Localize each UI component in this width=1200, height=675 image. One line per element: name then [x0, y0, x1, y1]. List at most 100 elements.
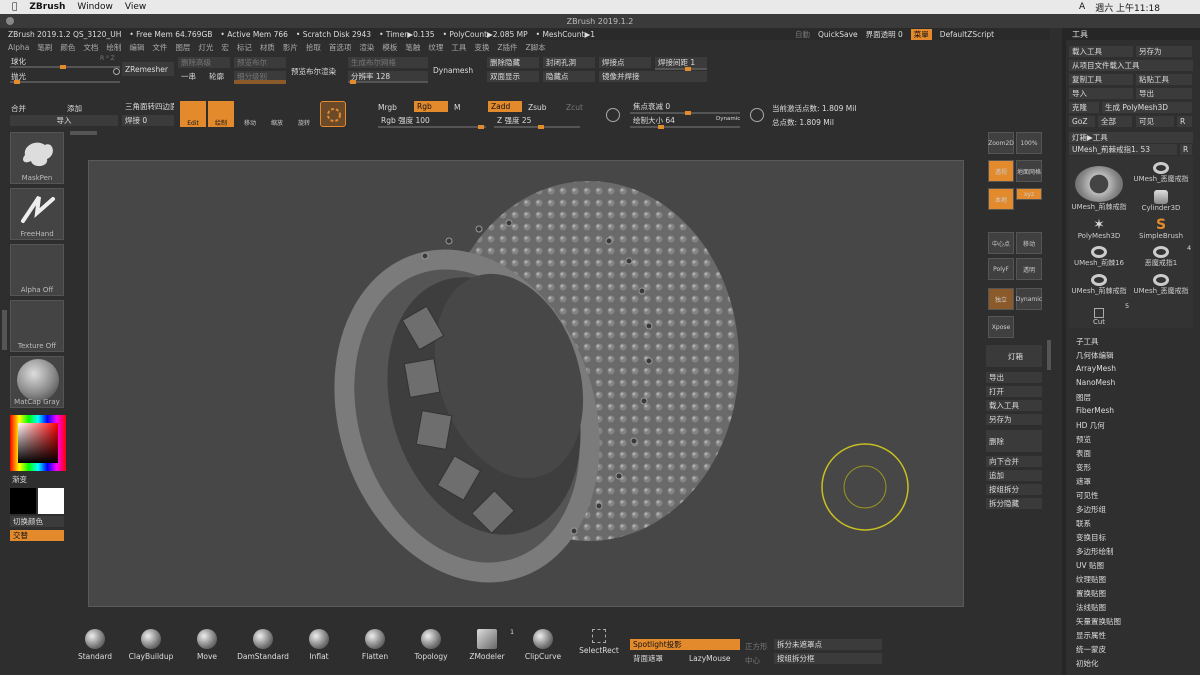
weld-points-button[interactable]: 焊接点	[599, 57, 651, 68]
tool-thumb-6[interactable]: 恶魔戒指1	[1129, 242, 1193, 268]
tool-menu-item[interactable]: UV 贴图	[1076, 560, 1104, 571]
preview-boolean-button[interactable]: 预览布尔	[234, 57, 286, 68]
tool-menu-item[interactable]: NanoMesh	[1076, 378, 1115, 387]
zsub-button[interactable]: Zsub	[528, 103, 547, 112]
tool-menu-item[interactable]: 统一蒙皮	[1076, 644, 1106, 655]
z-intensity-slider[interactable]: Z 强度 25	[494, 115, 580, 126]
menu-3[interactable]: 文档	[83, 42, 98, 53]
tool-menu-item[interactable]: 子工具	[1076, 336, 1099, 347]
make-boolean-mesh-button[interactable]: 生成布尔网格	[348, 57, 428, 68]
focal-shift-icon[interactable]	[606, 108, 620, 122]
rotate-button[interactable]: 旋转	[292, 101, 316, 127]
smooth-slider[interactable]	[10, 65, 120, 69]
clock[interactable]: 週六 上午11:18	[1095, 1, 1160, 14]
app-menu[interactable]: ZBrush	[29, 2, 65, 12]
menu-2[interactable]: 颜色	[60, 42, 75, 53]
menu-20[interactable]: 变换	[474, 42, 489, 53]
scale-button[interactable]: 缩放	[265, 101, 289, 127]
alpha-slot[interactable]: Alpha Off	[10, 244, 64, 296]
frame-button[interactable]: 中心点	[988, 232, 1014, 254]
spotlight-button[interactable]: Spotlight投影	[630, 639, 740, 650]
menu-16[interactable]: 模板	[382, 42, 397, 53]
brush-move[interactable]: Move	[182, 629, 232, 661]
input-source-icon[interactable]: A	[1079, 2, 1085, 12]
tool-menu-item[interactable]: 法线贴图	[1076, 602, 1106, 613]
current-r-btn[interactable]: R	[1180, 144, 1192, 155]
tool-thumb-8[interactable]: UMesh_恶魔戒指	[1129, 270, 1193, 296]
edit-button[interactable]: Edit	[180, 101, 206, 127]
rgb-intensity-slider[interactable]: Rgb 强度 100	[378, 115, 486, 126]
menu-9[interactable]: 宏	[221, 42, 229, 53]
tool-thumb-1[interactable]: UMesh_恶魔戒指	[1129, 158, 1193, 184]
mrgb-button[interactable]: Mrgb	[378, 103, 397, 112]
lightbox-tools-btn[interactable]: 灯箱▶工具	[1069, 132, 1193, 143]
tool-thumb-7[interactable]: UMesh_荊棘戒指	[1069, 270, 1129, 296]
tool-menu-item[interactable]: 置换贴图	[1076, 588, 1106, 599]
merge-down-button[interactable]: 向下合并	[986, 456, 1042, 467]
tool-menu-item[interactable]: 可见性	[1076, 490, 1099, 501]
polish-slider[interactable]	[10, 80, 120, 84]
paste-tool-btn[interactable]: 粘贴工具	[1136, 74, 1192, 85]
load-tool-btn[interactable]: 载入工具	[1069, 46, 1133, 57]
import-btn[interactable]: 导入	[1069, 88, 1133, 99]
delete-higher-button[interactable]: 删除高级	[178, 57, 230, 68]
hide-points-button[interactable]: 隐藏点	[543, 71, 595, 82]
ui-transparency-slider[interactable]: 界面透明 0	[866, 29, 903, 40]
texture-slot[interactable]: Texture Off	[10, 300, 64, 352]
center-label[interactable]: 中心	[745, 655, 760, 666]
load-from-project-btn[interactable]: 从项目文件载入工具	[1069, 60, 1193, 71]
tool-menu-item[interactable]: 图层	[1076, 392, 1091, 403]
quad-tri-button[interactable]: 三角面转四边面	[122, 101, 174, 112]
brush-damstandard[interactable]: DamStandard	[237, 629, 289, 661]
goz-btn[interactable]: GoZ	[1069, 116, 1095, 127]
split-unmasked-button[interactable]: 拆分未遮罩点	[774, 639, 882, 650]
document-canvas[interactable]	[88, 160, 964, 607]
menu-10[interactable]: 标记	[237, 42, 252, 53]
export-button[interactable]: 导出	[986, 372, 1042, 383]
tool-menu-item[interactable]: FiberMesh	[1076, 406, 1114, 415]
save-as-btn[interactable]: 另存为	[1136, 46, 1192, 57]
tool-thumb-2[interactable]: Cylinder3D	[1129, 186, 1193, 212]
tool-menu-item[interactable]: 初始化	[1076, 658, 1099, 669]
one-group-button[interactable]: 一串	[178, 71, 203, 82]
color-square[interactable]	[18, 423, 58, 463]
material-slot[interactable]: MatCap Gray	[10, 356, 64, 408]
weld-slider[interactable]: 焊接 0	[122, 115, 174, 126]
brush-inflat[interactable]: Inflat	[294, 629, 344, 661]
switch-color-button[interactable]: 切换颜色	[10, 516, 64, 527]
menu-1[interactable]: 笔刷	[37, 42, 52, 53]
alternate-button[interactable]: 交替	[10, 530, 64, 541]
rgb-button[interactable]: Rgb	[414, 101, 448, 112]
zremesher-button[interactable]: ZRemesher	[122, 62, 174, 76]
zoom2d-button[interactable]: Zoom2D	[988, 132, 1014, 154]
delete-button[interactable]: 删除	[986, 430, 1042, 452]
tool-thumb-3[interactable]: ✶ PolyMesh3D	[1069, 214, 1129, 240]
r-btn[interactable]: R	[1177, 116, 1192, 127]
tool-menu-item[interactable]: 几何体编辑	[1076, 350, 1114, 361]
tool-menu-item[interactable]: 预览	[1076, 434, 1091, 445]
menu-19[interactable]: 工具	[451, 42, 466, 53]
menu-15[interactable]: 渲染	[359, 42, 374, 53]
tool-menu-item[interactable]: HD 几何	[1076, 420, 1105, 431]
persp-button[interactable]: 透视	[988, 160, 1014, 182]
close-icon[interactable]	[6, 17, 14, 25]
export-btn[interactable]: 导出	[1136, 88, 1192, 99]
default-zscript[interactable]: DefaultZScript	[940, 30, 994, 39]
main-color-swatch[interactable]	[10, 488, 36, 514]
current-tool-slider[interactable]: UMesh_荊棘戒指1. 53	[1069, 144, 1177, 155]
backface-mask-button[interactable]: 背面遮罩	[630, 653, 684, 664]
tool-thumb-4[interactable]: S SimpleBrush	[1129, 214, 1193, 240]
zcut-button[interactable]: Zcut	[566, 103, 583, 112]
save-as-button[interactable]: 另存为	[986, 414, 1042, 425]
menu-0[interactable]: Alpha	[8, 43, 29, 52]
menu-5[interactable]: 编辑	[129, 42, 144, 53]
zadd-button[interactable]: Zadd	[488, 101, 522, 112]
tool-thumb-5[interactable]: UMesh_荊棘16	[1069, 242, 1129, 268]
right-tray-handle[interactable]	[1047, 340, 1051, 370]
tool-thumb-0[interactable]: UMesh_荊棘戒指	[1069, 158, 1129, 212]
make-polymesh-btn[interactable]: 生成 PolyMesh3D	[1102, 102, 1192, 113]
solo-button[interactable]: 独立	[988, 288, 1014, 310]
tool-menu-item[interactable]: ArrayMesh	[1076, 364, 1116, 373]
xpose-button[interactable]: Xpose	[988, 316, 1014, 338]
lazymouse-button[interactable]: LazyMouse	[686, 653, 740, 664]
